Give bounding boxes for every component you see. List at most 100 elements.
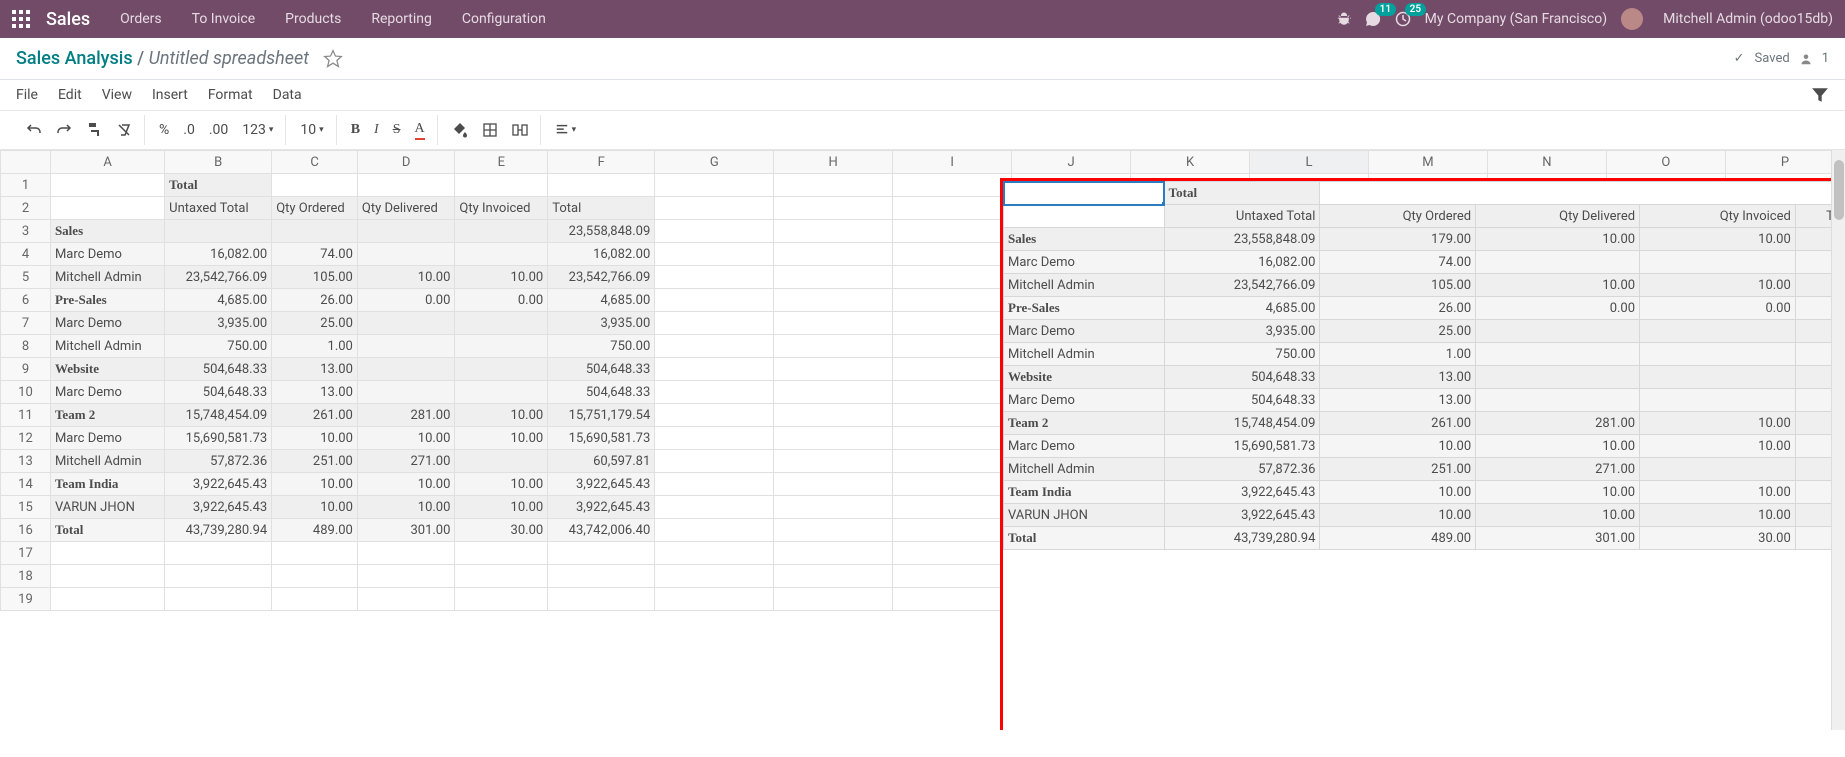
messages-icon[interactable]: 11 xyxy=(1365,11,1381,27)
pivot-cell[interactable]: 105.00 xyxy=(272,266,358,289)
pivot-cell[interactable]: 261.00 xyxy=(272,404,358,427)
row-header[interactable]: 9 xyxy=(1,358,51,381)
row-header[interactable]: 10 xyxy=(1,381,51,404)
row-header[interactable]: 18 xyxy=(1,565,51,588)
pivot-cell[interactable]: 10.00 xyxy=(455,427,548,450)
pivot-cell[interactable]: 60,597.81 xyxy=(548,450,655,473)
row-header[interactable]: 12 xyxy=(1,427,51,450)
col-header[interactable]: J xyxy=(1012,151,1131,174)
pivot2-cell[interactable] xyxy=(1476,389,1640,412)
pivot2-cell[interactable]: 504,648.33 xyxy=(1164,389,1320,412)
pivot2-cell[interactable] xyxy=(1476,366,1640,389)
pivot2-cell[interactable]: 10.00 xyxy=(1640,274,1796,297)
bug-icon[interactable] xyxy=(1337,12,1351,26)
col-header[interactable]: F xyxy=(548,151,655,174)
pivot-cell[interactable]: 3,922,645.43 xyxy=(548,496,655,519)
col-header[interactable]: P xyxy=(1725,151,1844,174)
pivot-cell[interactable]: 0.00 xyxy=(455,289,548,312)
pivot-cell[interactable]: 16,082.00 xyxy=(165,243,272,266)
row-header[interactable]: 4 xyxy=(1,243,51,266)
pivot-cell[interactable] xyxy=(455,358,548,381)
borders-icon[interactable] xyxy=(478,118,502,142)
row-header[interactable]: 19 xyxy=(1,588,51,611)
clear-format-icon[interactable] xyxy=(112,118,136,142)
pivot-cell[interactable]: 4,685.00 xyxy=(548,289,655,312)
pivot-cell[interactable]: 15,751,179.54 xyxy=(548,404,655,427)
pivot2-cell[interactable]: 4,685.00 xyxy=(1164,297,1320,320)
font-size-dropdown[interactable]: 10 xyxy=(296,118,327,142)
pivot2-cell[interactable] xyxy=(1640,251,1796,274)
pivot2-cell[interactable]: 10.00 xyxy=(1640,435,1796,458)
text-color-button[interactable]: A xyxy=(411,117,429,144)
pivot-cell[interactable] xyxy=(357,243,455,266)
row-header[interactable]: 15 xyxy=(1,496,51,519)
pivot-cell[interactable]: 15,690,581.73 xyxy=(548,427,655,450)
pivot-cell[interactable]: 30.00 xyxy=(455,519,548,542)
pivot2-cell[interactable]: 10.00 xyxy=(1476,481,1640,504)
pivot2-cell[interactable] xyxy=(1640,343,1796,366)
pivot2-cell[interactable] xyxy=(1476,320,1640,343)
strikethrough-button[interactable]: S xyxy=(389,118,405,142)
pivot-cell[interactable]: 504,648.33 xyxy=(548,381,655,404)
pivot-cell[interactable] xyxy=(357,381,455,404)
pivot-cell[interactable]: 10.00 xyxy=(357,496,455,519)
col-header[interactable] xyxy=(1,151,51,174)
pivot2-cell[interactable]: 13.00 xyxy=(1320,366,1476,389)
pivot-cell[interactable]: 3,922,645.43 xyxy=(548,473,655,496)
pivot2-cell[interactable]: 0.00 xyxy=(1476,297,1640,320)
pivot-cell[interactable]: 281.00 xyxy=(357,404,455,427)
breadcrumb-parent[interactable]: Sales Analysis xyxy=(16,48,133,69)
pivot2-cell[interactable]: 0.00 xyxy=(1640,297,1796,320)
decrease-decimal[interactable]: .0 xyxy=(179,118,199,142)
nav-reporting[interactable]: Reporting xyxy=(371,11,432,27)
pivot-cell[interactable]: 57,872.36 xyxy=(165,450,272,473)
row-header[interactable]: 11 xyxy=(1,404,51,427)
pivot-cell[interactable]: 301.00 xyxy=(357,519,455,542)
nav-configuration[interactable]: Configuration xyxy=(462,11,546,27)
pivot2-cell[interactable]: 10.00 xyxy=(1476,274,1640,297)
align-dropdown[interactable] xyxy=(551,119,581,141)
fill-color-icon[interactable] xyxy=(448,118,472,142)
pivot-cell[interactable] xyxy=(272,220,358,243)
menu-insert[interactable]: Insert xyxy=(152,87,188,103)
nav-products[interactable]: Products xyxy=(285,11,341,27)
pivot-cell[interactable]: 251.00 xyxy=(272,450,358,473)
pivot-cell[interactable]: 25.00 xyxy=(272,312,358,335)
pivot2-cell[interactable]: 10.00 xyxy=(1320,435,1476,458)
apps-icon[interactable] xyxy=(12,10,30,28)
pivot-cell[interactable]: 489.00 xyxy=(272,519,358,542)
pivot2-cell[interactable]: 13.00 xyxy=(1320,389,1476,412)
pivot-cell[interactable]: 23,558,848.09 xyxy=(548,220,655,243)
menu-data[interactable]: Data xyxy=(273,87,302,103)
italic-button[interactable]: I xyxy=(370,118,383,142)
pivot2-cell[interactable]: 10.00 xyxy=(1640,481,1796,504)
row-header[interactable]: 17 xyxy=(1,542,51,565)
filter-icon[interactable] xyxy=(1811,86,1829,104)
pivot-cell[interactable] xyxy=(357,312,455,335)
pivot2-cell[interactable]: 261.00 xyxy=(1320,412,1476,435)
pivot2-cell[interactable]: 3,935.00 xyxy=(1164,320,1320,343)
favorite-icon[interactable] xyxy=(323,49,343,69)
paint-format-icon[interactable] xyxy=(82,118,106,142)
row-header[interactable]: 8 xyxy=(1,335,51,358)
col-header[interactable]: G xyxy=(655,151,774,174)
increase-decimal[interactable]: .00 xyxy=(205,118,232,142)
row-header[interactable]: 7 xyxy=(1,312,51,335)
menu-file[interactable]: File xyxy=(16,87,38,103)
pivot-cell[interactable]: 504,648.33 xyxy=(165,381,272,404)
col-header[interactable]: D xyxy=(357,151,455,174)
pivot-cell[interactable]: 10.00 xyxy=(357,427,455,450)
pivot2-cell[interactable]: 179.00 xyxy=(1320,228,1476,251)
pivot-cell[interactable]: 10.00 xyxy=(455,473,548,496)
pivot-cell[interactable]: 43,742,006.40 xyxy=(548,519,655,542)
pivot-cell[interactable]: 15,748,454.09 xyxy=(165,404,272,427)
pivot-cell[interactable] xyxy=(455,312,548,335)
pivot2-cell[interactable]: 489.00 xyxy=(1320,527,1476,550)
row-header[interactable]: 13 xyxy=(1,450,51,473)
row-header[interactable]: 2 xyxy=(1,197,51,220)
menu-view[interactable]: View xyxy=(102,87,132,103)
pivot2-cell[interactable]: 30.00 xyxy=(1640,527,1796,550)
pivot-cell[interactable]: 43,739,280.94 xyxy=(165,519,272,542)
nav-to-invoice[interactable]: To Invoice xyxy=(192,11,256,27)
pivot-cell[interactable]: 3,935.00 xyxy=(548,312,655,335)
